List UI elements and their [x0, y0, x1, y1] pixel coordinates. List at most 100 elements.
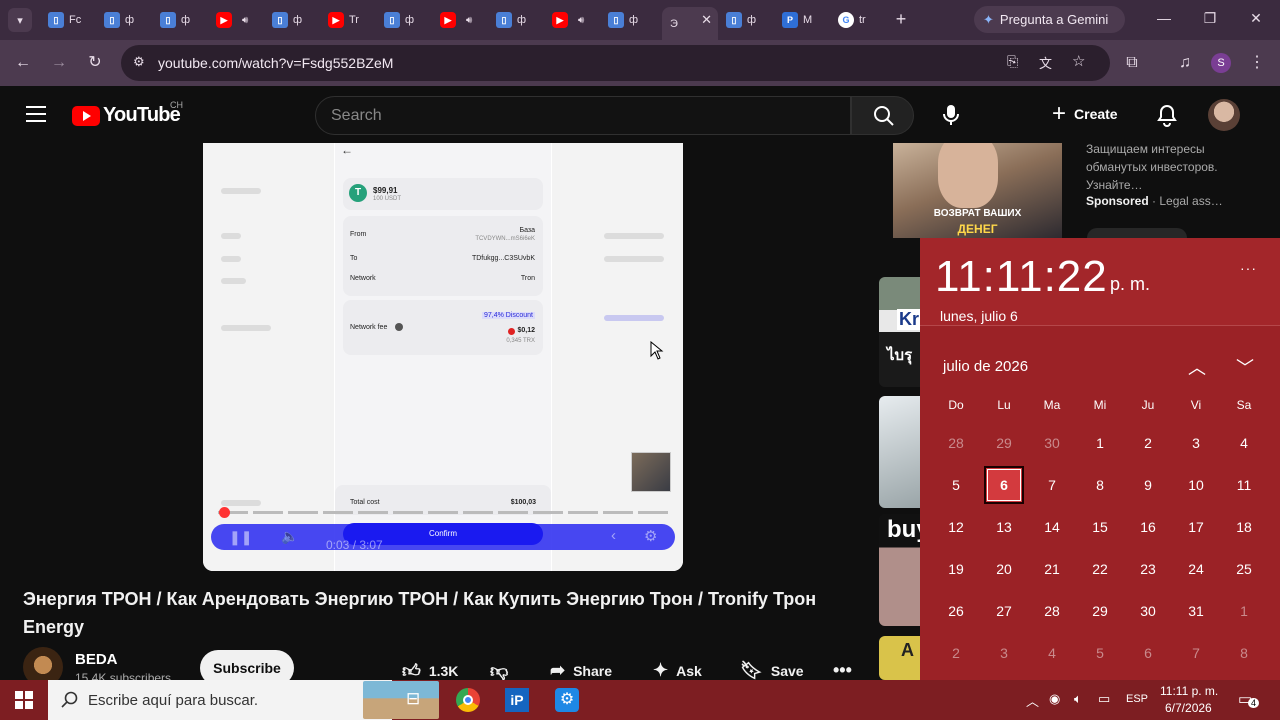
- calendar-day[interactable]: 21: [1028, 549, 1076, 589]
- audio-playing-icon[interactable]: 🔊︎: [466, 15, 472, 26]
- volume-icon[interactable]: 🔈: [281, 528, 298, 545]
- recommended-thumbnail-2[interactable]: [879, 396, 920, 508]
- calendar-day[interactable]: 1: [1076, 423, 1124, 463]
- calendar-day[interactable]: 4: [1220, 423, 1268, 463]
- more-options-icon[interactable]: ···: [1240, 260, 1257, 276]
- calendar-day[interactable]: 30: [1124, 591, 1172, 631]
- calendar-day[interactable]: 16: [1124, 507, 1172, 547]
- microphone-icon[interactable]: [941, 103, 961, 127]
- more-actions-button[interactable]: •••: [833, 660, 852, 681]
- extensions-icon[interactable]: ⧉: [1121, 52, 1143, 74]
- audio-playing-icon[interactable]: 🔊︎: [578, 15, 584, 26]
- install-app-icon[interactable]: ⎘: [1007, 53, 1018, 70]
- calendar-day[interactable]: 28: [932, 423, 980, 463]
- calendar-day[interactable]: 17: [1172, 507, 1220, 547]
- share-button[interactable]: ➦ Share: [550, 660, 612, 681]
- calendar-day[interactable]: 4: [1028, 633, 1076, 673]
- browser-tab[interactable]: ▯ ф: [96, 7, 146, 33]
- calendar-month-label[interactable]: julio de 2026: [943, 358, 1028, 375]
- reload-icon[interactable]: ↻: [84, 52, 106, 74]
- calendar-day[interactable]: 31: [1172, 591, 1220, 631]
- create-button[interactable]: + Create: [1052, 102, 1118, 126]
- address-bar[interactable]: ⚙ youtube.com/watch?v=Fsdg552BZeM ⎘ 文 ☆: [121, 45, 1110, 81]
- calendar-day[interactable]: 7: [1028, 465, 1076, 505]
- recommended-thumbnail-3[interactable]: buy: [879, 514, 920, 626]
- browser-tab[interactable]: Gtr: [830, 7, 880, 33]
- calendar-day[interactable]: 12: [932, 507, 980, 547]
- like-button[interactable]: 👍︎ 1.3K: [402, 660, 458, 682]
- browser-tab[interactable]: ▶ 🔊︎: [544, 7, 594, 33]
- close-window-button[interactable]: ✕: [1246, 10, 1266, 27]
- calendar-day[interactable]: 25: [1220, 549, 1268, 589]
- calendar-day[interactable]: 5: [932, 465, 980, 505]
- taskbar-clock-date[interactable]: 6/7/2026: [1165, 701, 1212, 715]
- calendar-day[interactable]: 23: [1124, 549, 1172, 589]
- browser-tab[interactable]: ▯ ф: [600, 7, 650, 33]
- restore-button[interactable]: ❐: [1200, 10, 1220, 27]
- browser-tab[interactable]: ▯ ф: [264, 7, 314, 33]
- bell-icon[interactable]: [1156, 103, 1178, 127]
- calendar-day[interactable]: 18: [1220, 507, 1268, 547]
- browser-tab[interactable]: ▯ ф: [376, 7, 426, 33]
- browser-tab[interactable]: Э ✕: [662, 7, 718, 40]
- calendar-day[interactable]: 7: [1172, 633, 1220, 673]
- recommended-thumbnail-4[interactable]: A: [879, 636, 920, 680]
- calendar-day[interactable]: 22: [1076, 549, 1124, 589]
- calendar-day-today[interactable]: 6: [984, 466, 1024, 504]
- calendar-day[interactable]: 6: [1124, 633, 1172, 673]
- previous-month-icon[interactable]: ︿: [1188, 354, 1206, 380]
- save-button[interactable]: 🔖︎ Save: [740, 660, 804, 681]
- back-arrow-icon[interactable]: ←: [12, 52, 34, 74]
- settings-taskbar-icon[interactable]: ⚙: [555, 688, 579, 712]
- browser-tab[interactable]: ▯ ф: [152, 7, 202, 33]
- calendar-day[interactable]: 28: [1028, 591, 1076, 631]
- calendar-day[interactable]: 29: [1076, 591, 1124, 631]
- browser-tab[interactable]: ▯ ф: [488, 7, 538, 33]
- hamburger-menu-icon[interactable]: [26, 106, 46, 122]
- video-player[interactable]: ← T $99,91 100 USDT From База TCVDYWN...…: [203, 143, 683, 571]
- forward-arrow-icon[interactable]: →: [48, 52, 70, 74]
- taskbar-search-box[interactable]: Escribe aquí para buscar.: [48, 680, 439, 720]
- ask-button[interactable]: ✦ Ask: [653, 660, 702, 681]
- calendar-day[interactable]: 27: [980, 591, 1028, 631]
- close-tab-icon[interactable]: ✕: [701, 12, 712, 28]
- profile-avatar[interactable]: S: [1211, 53, 1231, 73]
- user-avatar[interactable]: [1208, 99, 1240, 131]
- calendar-day[interactable]: 5: [1076, 633, 1124, 673]
- browser-tab[interactable]: ▶ 🔊︎: [432, 7, 482, 33]
- language-indicator[interactable]: ESP: [1126, 693, 1148, 705]
- media-controls-icon[interactable]: ♫: [1174, 52, 1196, 74]
- site-info-icon[interactable]: ⚙: [133, 54, 145, 70]
- show-hidden-icons-icon[interactable]: ︿: [1026, 691, 1039, 710]
- progress-bar[interactable]: [218, 511, 673, 514]
- calendar-day[interactable]: 30: [1028, 423, 1076, 463]
- calendar-day[interactable]: 2: [932, 633, 980, 673]
- calendar-day[interactable]: 14: [1028, 507, 1076, 547]
- calendar-day[interactable]: 8: [1076, 465, 1124, 505]
- next-month-icon[interactable]: ﹀: [1236, 354, 1254, 380]
- network-icon[interactable]: ▭: [1098, 691, 1110, 707]
- new-tab-button[interactable]: +: [889, 8, 913, 32]
- calendar-day[interactable]: 2: [1124, 423, 1172, 463]
- settings-gear-icon[interactable]: ⚙: [644, 527, 657, 545]
- ad-description[interactable]: Защищаем интересы обманутых инвесторов. …: [1086, 140, 1226, 194]
- audio-playing-icon[interactable]: 🔊︎: [242, 15, 248, 26]
- browser-tab[interactable]: ▯ ф: [718, 7, 768, 33]
- search-input[interactable]: Search: [315, 96, 851, 135]
- bookmark-star-icon[interactable]: ☆: [1072, 52, 1085, 70]
- calendar-day[interactable]: 8: [1220, 633, 1268, 673]
- calendar-day[interactable]: 3: [980, 633, 1028, 673]
- minimize-button[interactable]: —: [1154, 10, 1174, 26]
- recommended-thumbnail-1[interactable]: Kr ไบรุ: [879, 277, 920, 387]
- chrome-taskbar-icon[interactable]: [456, 688, 480, 712]
- gemini-button[interactable]: ✦ Pregunta a Gemini: [974, 6, 1125, 33]
- start-button[interactable]: [0, 680, 48, 720]
- calendar-day[interactable]: 1: [1220, 591, 1268, 631]
- browser-tab[interactable]: ▶ Tr: [320, 7, 370, 33]
- volume-icon[interactable]: 🔈︎: [1074, 691, 1082, 707]
- channel-name[interactable]: BEDA: [75, 651, 118, 668]
- menu-kebab-icon[interactable]: ⋮: [1246, 52, 1268, 74]
- taskbar-clock-time[interactable]: 11:11 p. m.: [1160, 684, 1218, 698]
- calendar-day[interactable]: 19: [932, 549, 980, 589]
- browser-tab[interactable]: PM: [774, 7, 824, 33]
